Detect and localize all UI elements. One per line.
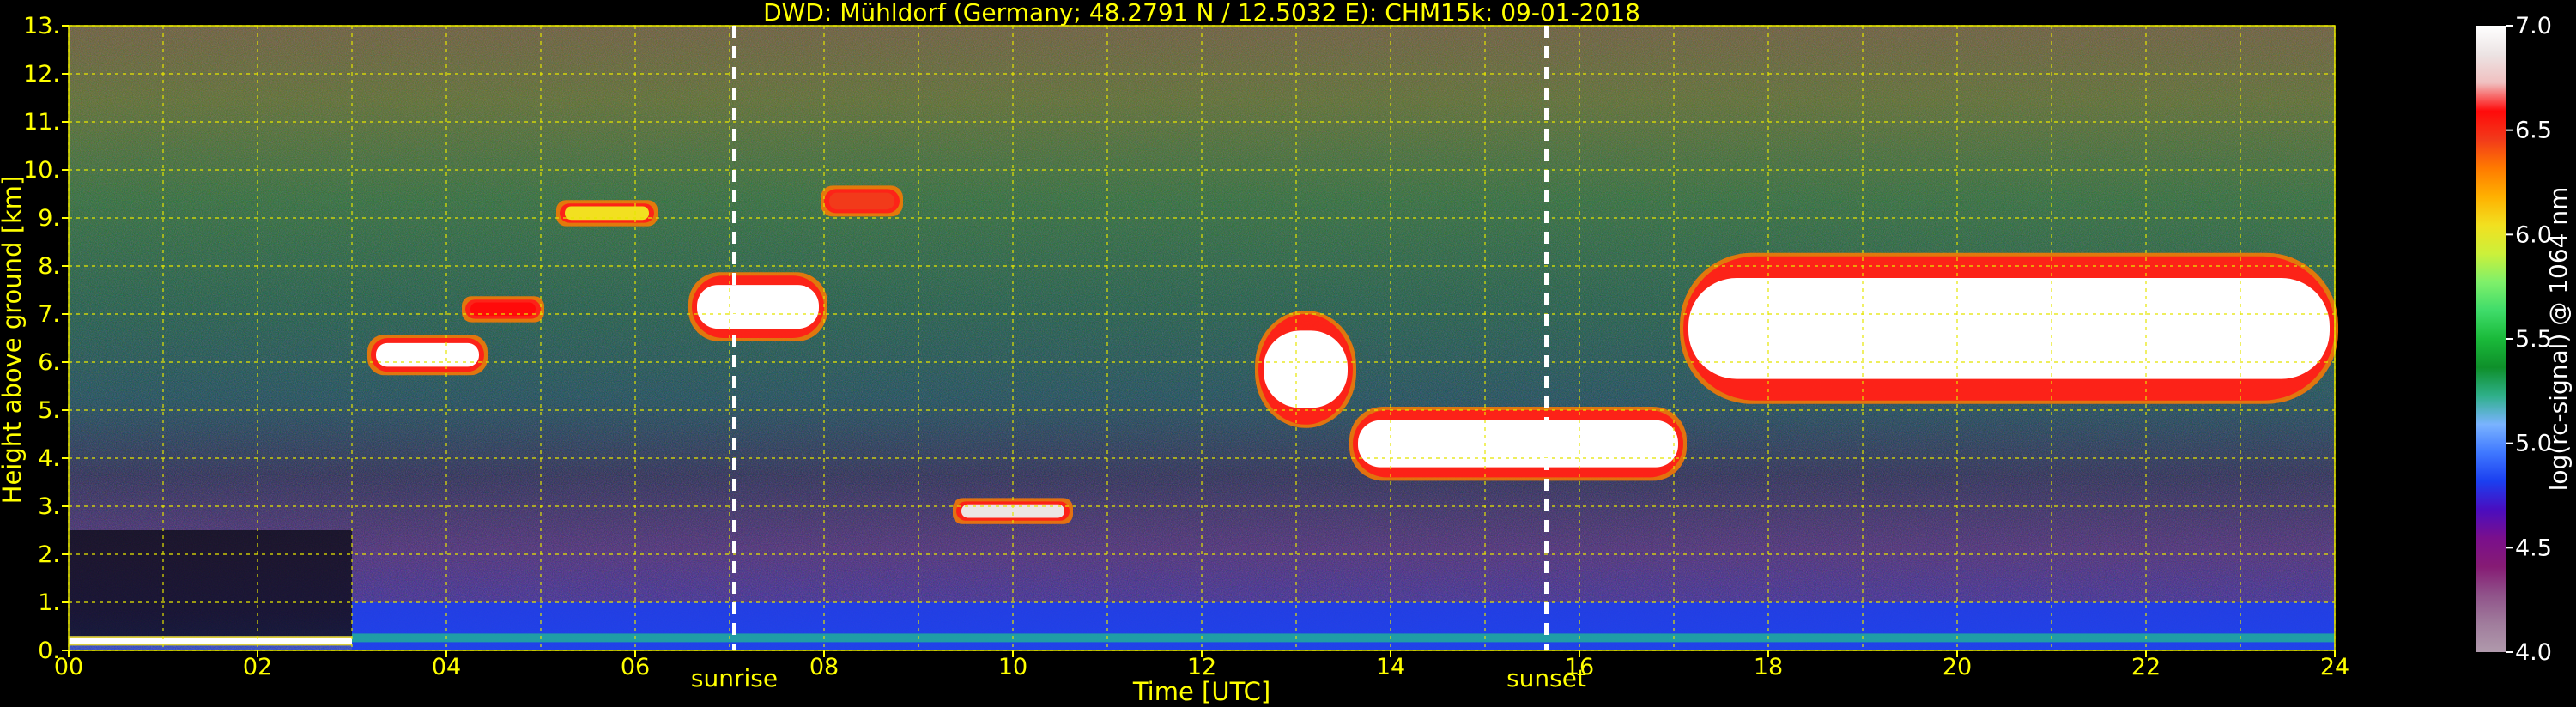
x-tick-label: 06	[621, 654, 650, 680]
cloud-layer-4	[821, 185, 903, 217]
cloud-layer-7	[1349, 407, 1687, 481]
x-tick-label: 22	[2131, 654, 2161, 680]
cloud-layer-2	[556, 200, 658, 227]
cloud-layer-core	[1358, 420, 1678, 468]
y-tick-label: 1.	[38, 589, 60, 616]
x-tick-label: 08	[809, 654, 839, 680]
y-tick-label: 12.	[23, 61, 60, 88]
colorbar-tick-label: 4.0	[2515, 639, 2552, 666]
y-tick-label: 13.	[23, 13, 60, 39]
y-tick-label: 6.	[38, 349, 60, 376]
x-tick-label: 02	[243, 654, 272, 680]
near-ground-layer	[352, 633, 2335, 643]
colorbar-tick-label: 6.5	[2515, 118, 2552, 144]
x-tick-label: 16	[1565, 654, 1594, 680]
colorbar-tick-label: 7.0	[2515, 13, 2552, 39]
cloud-layer-core	[829, 192, 894, 210]
chart-title: DWD: Mühldorf (Germany; 48.2791 N / 12.5…	[763, 0, 1640, 27]
cloud-layer-0	[367, 335, 488, 376]
y-axis-label: Height above ground [km]	[0, 176, 27, 505]
quiet-region	[69, 530, 352, 637]
x-tick-label: 18	[1754, 654, 1783, 680]
sunrise-label: sunrise	[691, 664, 778, 692]
plot-area	[69, 26, 2338, 650]
x-tick-label: 24	[2320, 654, 2349, 680]
y-tick-label: 5.	[38, 397, 60, 424]
cloud-layer-1	[462, 296, 544, 323]
x-tick-label: 14	[1376, 654, 1405, 680]
ceilometer-chart: sunrise sunset 00 02 04 06 08 10 12 14 16 18 20 22 24…	[0, 0, 2573, 706]
x-tick-label: 20	[1943, 654, 1972, 680]
colorbar: 4.04.55.05.56.06.57.0 log(rc-signal) @ 1…	[2476, 13, 2573, 666]
colorbar-tick-label: 4.5	[2515, 535, 2552, 561]
cloud-layer-core	[1264, 330, 1348, 408]
y-tick-label: 9.	[38, 205, 60, 232]
cloud-layer-3	[688, 272, 827, 341]
y-tick-label: 8.	[38, 253, 60, 280]
y-tick-label: 7.	[38, 301, 60, 328]
cloud-layer-core	[376, 342, 479, 367]
boundary-layer-1	[352, 602, 2335, 650]
x-tick-label: 10	[998, 654, 1027, 680]
y-tick-label: 11.	[23, 109, 60, 136]
x-axis-label: Time [UTC]	[1132, 677, 1270, 706]
cloud-layer-core	[565, 206, 649, 221]
colorbar-label: log(rc-signal) @ 1064 nm	[2544, 187, 2573, 492]
y-tick-label: 10.	[23, 157, 60, 184]
surface-layer-line	[69, 638, 352, 644]
x-tick-label: 04	[432, 654, 461, 680]
y-tick-label: 0.	[38, 638, 60, 664]
y-tick-label: 2.	[38, 541, 60, 568]
cloud-layer-core	[697, 285, 819, 329]
y-tick-label: 4.	[38, 445, 60, 472]
y-tick-label: 3.	[38, 493, 60, 520]
cloud-layer-core	[1688, 278, 2330, 379]
colorbar-gradient	[2476, 26, 2506, 652]
cloud-layer-8	[1680, 252, 2338, 404]
